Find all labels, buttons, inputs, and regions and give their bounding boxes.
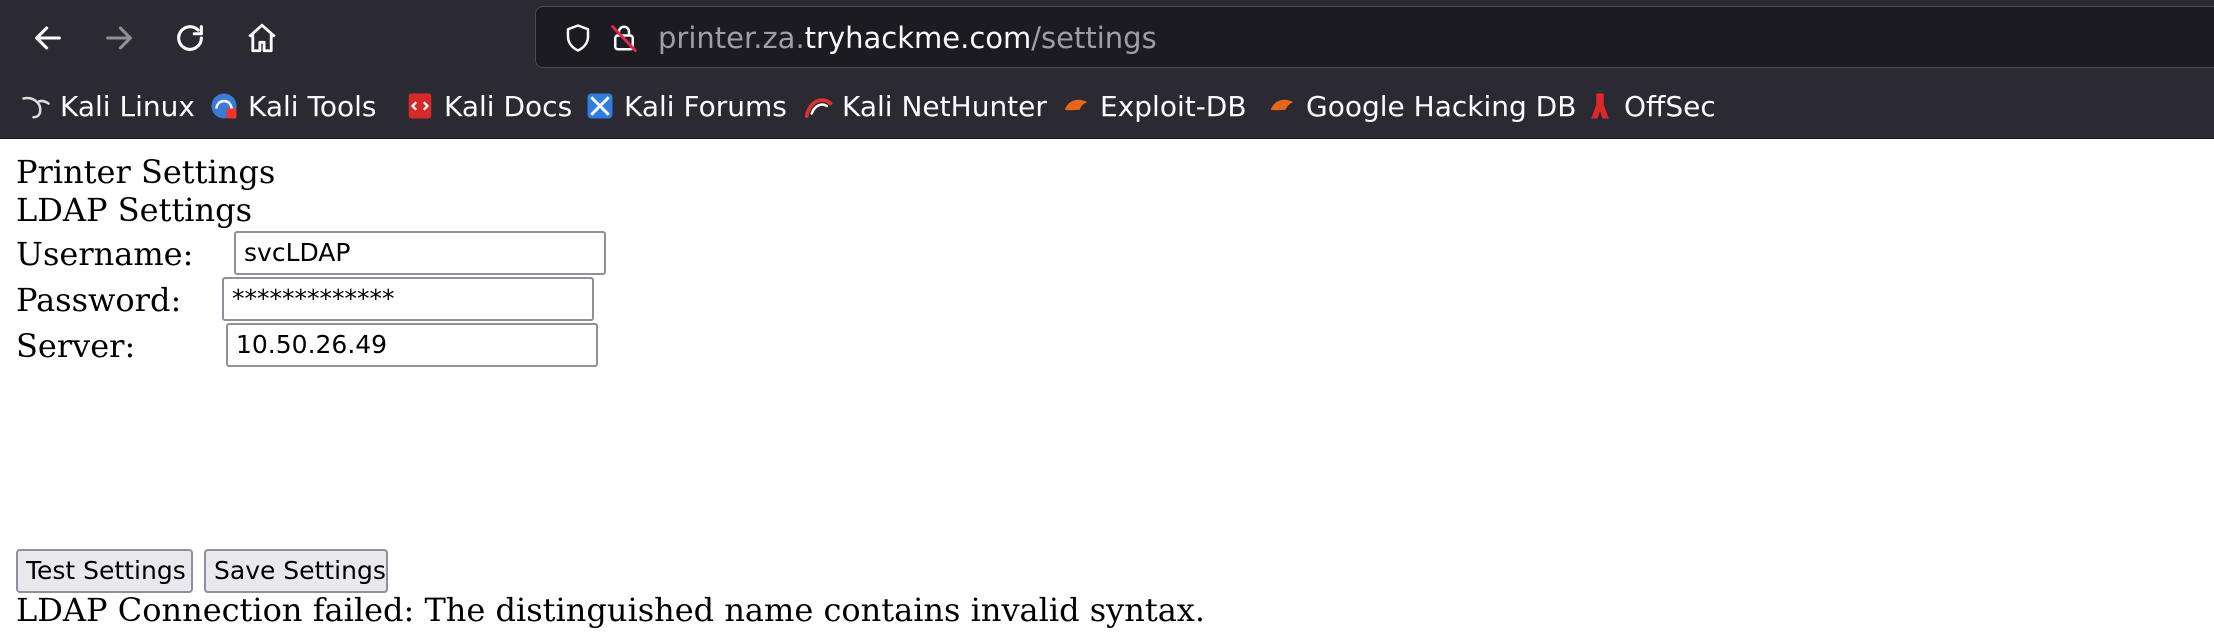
bookmarks-toolbar: Kali Linux Kali Tools Kali Docs Kali For… bbox=[0, 76, 2214, 139]
ghdb-icon bbox=[1266, 90, 1298, 122]
save-settings-button[interactable]: Save Settings bbox=[204, 549, 388, 593]
bookmark-label: Kali Forums bbox=[624, 89, 787, 123]
forward-button[interactable] bbox=[97, 16, 141, 60]
username-label: Username: bbox=[16, 235, 194, 273]
back-button[interactable] bbox=[26, 16, 70, 60]
reload-button[interactable] bbox=[168, 16, 212, 60]
bookmark-label: Google Hacking DB bbox=[1306, 89, 1577, 123]
navigation-toolbar: printer.za.tryhackme.com/settings bbox=[0, 0, 2214, 76]
url-prefix: printer.za. bbox=[658, 21, 805, 55]
section-heading: LDAP Settings bbox=[16, 191, 253, 229]
reload-icon bbox=[177, 25, 203, 51]
password-input[interactable]: ************* bbox=[222, 277, 594, 321]
username-input[interactable]: svcLDAP bbox=[234, 231, 606, 275]
forward-arrow-icon bbox=[106, 26, 132, 50]
address-bar[interactable]: printer.za.tryhackme.com/settings bbox=[535, 6, 2214, 68]
kali-docs-icon bbox=[404, 90, 436, 122]
bookmark-google-hacking-db[interactable]: Google Hacking DB bbox=[1266, 76, 1576, 136]
insecure-connection-lock-icon[interactable] bbox=[608, 22, 640, 54]
tracking-protection-shield-icon[interactable] bbox=[562, 22, 594, 54]
bookmark-label: OffSec bbox=[1624, 89, 1716, 123]
password-label: Password: bbox=[16, 281, 182, 319]
bookmark-label: Kali Docs bbox=[444, 89, 573, 123]
home-icon bbox=[248, 23, 276, 53]
bookmark-offsec[interactable]: OffSec bbox=[1584, 76, 1716, 136]
bookmark-kali-linux[interactable]: Kali Linux bbox=[20, 76, 195, 136]
offsec-icon bbox=[1584, 90, 1616, 122]
page-title: Printer Settings bbox=[16, 153, 276, 191]
kali-forums-icon bbox=[584, 90, 616, 122]
kali-tools-icon bbox=[208, 90, 240, 122]
test-settings-button[interactable]: Test Settings bbox=[16, 549, 193, 593]
bookmark-label: Exploit-DB bbox=[1100, 89, 1247, 123]
home-button[interactable] bbox=[240, 16, 284, 60]
bookmark-kali-nethunter[interactable]: Kali NetHunter bbox=[802, 76, 1047, 136]
server-input[interactable]: 10.50.26.49 bbox=[226, 323, 598, 367]
bookmark-label: Kali Linux bbox=[60, 89, 195, 123]
back-arrow-icon bbox=[35, 26, 61, 50]
bookmark-kali-tools[interactable]: Kali Tools bbox=[208, 76, 376, 136]
bookmark-kali-forums[interactable]: Kali Forums bbox=[584, 76, 787, 136]
exploit-db-icon bbox=[1060, 90, 1092, 122]
bookmark-label: Kali NetHunter bbox=[842, 89, 1047, 123]
bookmark-label: Kali Tools bbox=[248, 89, 377, 123]
server-label: Server: bbox=[16, 327, 136, 365]
kali-dragon-icon bbox=[20, 90, 52, 122]
url-path: /settings bbox=[1031, 21, 1157, 55]
url-host: tryhackme.com bbox=[804, 21, 1032, 55]
bookmark-kali-docs[interactable]: Kali Docs bbox=[404, 76, 572, 136]
url-text[interactable]: printer.za.tryhackme.com/settings bbox=[658, 7, 1157, 69]
bookmark-exploit-db[interactable]: Exploit-DB bbox=[1060, 76, 1247, 136]
browser-chrome: printer.za.tryhackme.com/settings Kali L… bbox=[0, 0, 2214, 139]
kali-nethunter-icon bbox=[802, 90, 834, 122]
status-message: LDAP Connection failed: The distinguishe… bbox=[16, 591, 1206, 629]
